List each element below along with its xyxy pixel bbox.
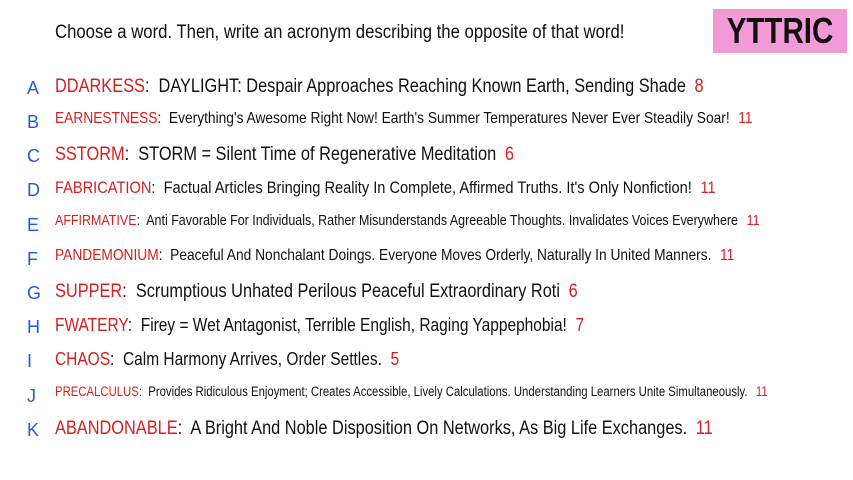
- row-acronym-text: Firey = Wet Antagonist, Terrible English…: [140, 315, 567, 335]
- row-letter: C: [27, 146, 40, 166]
- row-word: ABANDONABLE: [55, 418, 178, 439]
- row-separator: :: [158, 247, 171, 264]
- row-word: FABRICATION: [55, 178, 152, 197]
- logo-text: YTTRIC: [726, 10, 834, 51]
- instruction-text: Choose a word. Then, write an acronym de…: [55, 22, 625, 43]
- row-letter: B: [27, 112, 40, 132]
- row-content: SUPPER: Scrumptious Unhated Perilous Pea…: [55, 281, 578, 303]
- row-letter: K: [27, 420, 40, 440]
- row-content: CHAOS: Calm Harmony Arrives, Order Settl…: [55, 349, 399, 370]
- row-letter-count: 7: [575, 315, 585, 335]
- row-letter-count: 6: [504, 144, 514, 165]
- row-letter: J: [27, 386, 36, 406]
- row-separator: :: [151, 178, 164, 197]
- row-letter-count: 11: [738, 110, 753, 127]
- row-separator: :: [122, 281, 136, 302]
- row-separator: :: [124, 144, 139, 165]
- yttric-logo: YTTRIC: [713, 9, 847, 53]
- row-content: DDARKESS: DAYLIGHT: Despair Approaches R…: [55, 76, 704, 98]
- row-letter-count: 5: [390, 349, 400, 369]
- row-letter-count: 11: [695, 418, 713, 439]
- row-letter: A: [27, 78, 40, 98]
- row-letter-count: 11: [755, 384, 768, 399]
- row-letter: E: [27, 215, 40, 235]
- row-separator: :: [136, 213, 147, 229]
- row-word: CHAOS: [55, 349, 111, 369]
- row-word: AFFIRMATIVE: [55, 213, 137, 229]
- row-word: FWATERY: [55, 315, 128, 335]
- row-word: PANDEMONIUM: [55, 247, 159, 264]
- row-content: FABRICATION: Factual Articles Bringing R…: [55, 178, 716, 198]
- row-separator: :: [157, 110, 169, 127]
- row-letter: D: [27, 180, 40, 200]
- row-separator: :: [144, 76, 159, 97]
- row-separator: :: [177, 418, 191, 439]
- row-separator: :: [127, 315, 141, 335]
- row-acronym-text: Provides Ridiculous Enjoyment; Creates A…: [148, 384, 748, 399]
- row-acronym-text: Anti Favorable For Individuals, Rather M…: [146, 213, 738, 229]
- row-acronym-text: A Bright And Noble Disposition On Networ…: [190, 418, 688, 439]
- row-separator: :: [138, 384, 149, 399]
- row-acronym-text: Peaceful And Nonchalant Doings. Everyone…: [170, 247, 712, 264]
- row-word: DDARKESS: [55, 76, 145, 97]
- row-letter-count: 11: [720, 247, 735, 264]
- row-letter-count: 11: [700, 178, 716, 197]
- row-content: EARNESTNESS: Everything's Awesome Right …: [55, 110, 753, 128]
- row-letter: I: [27, 351, 33, 371]
- row-letter-count: 8: [694, 76, 704, 97]
- row-word: PRECALCULUS: [55, 384, 139, 399]
- row-acronym-text: Scrumptious Unhated Perilous Peaceful Ex…: [135, 281, 560, 302]
- row-letter-count: 6: [568, 281, 578, 302]
- row-content: SSTORM: STORM = Silent Time of Regenerat…: [55, 144, 514, 166]
- row-letter-count: 11: [746, 213, 760, 229]
- row-word: SSTORM: [55, 144, 125, 165]
- row-acronym-text: Calm Harmony Arrives, Order Settles.: [122, 349, 382, 369]
- row-separator: :: [110, 349, 123, 369]
- row-word: EARNESTNESS: [55, 110, 158, 127]
- row-content: AFFIRMATIVE: Anti Favorable For Individu…: [55, 213, 760, 229]
- row-letter: G: [27, 283, 42, 303]
- row-acronym-text: Everything's Awesome Right Now! Earth's …: [168, 110, 730, 127]
- row-acronym-text: DAYLIGHT: Despair Approaches Reaching Kn…: [158, 76, 686, 97]
- row-content: PRECALCULUS: Provides Ridiculous Enjoyme…: [55, 384, 768, 399]
- row-letter: F: [27, 249, 38, 269]
- row-content: FWATERY: Firey = Wet Antagonist, Terribl…: [55, 315, 584, 336]
- row-acronym-text: STORM = Silent Time of Regenerative Medi…: [138, 144, 497, 165]
- row-content: ABANDONABLE: A Bright And Noble Disposit…: [55, 418, 713, 440]
- row-word: SUPPER: [55, 281, 123, 302]
- row-acronym-text: Factual Articles Bringing Reality In Com…: [163, 178, 692, 197]
- row-letter: H: [27, 317, 40, 337]
- row-content: PANDEMONIUM: Peaceful And Nonchalant Doi…: [55, 247, 734, 265]
